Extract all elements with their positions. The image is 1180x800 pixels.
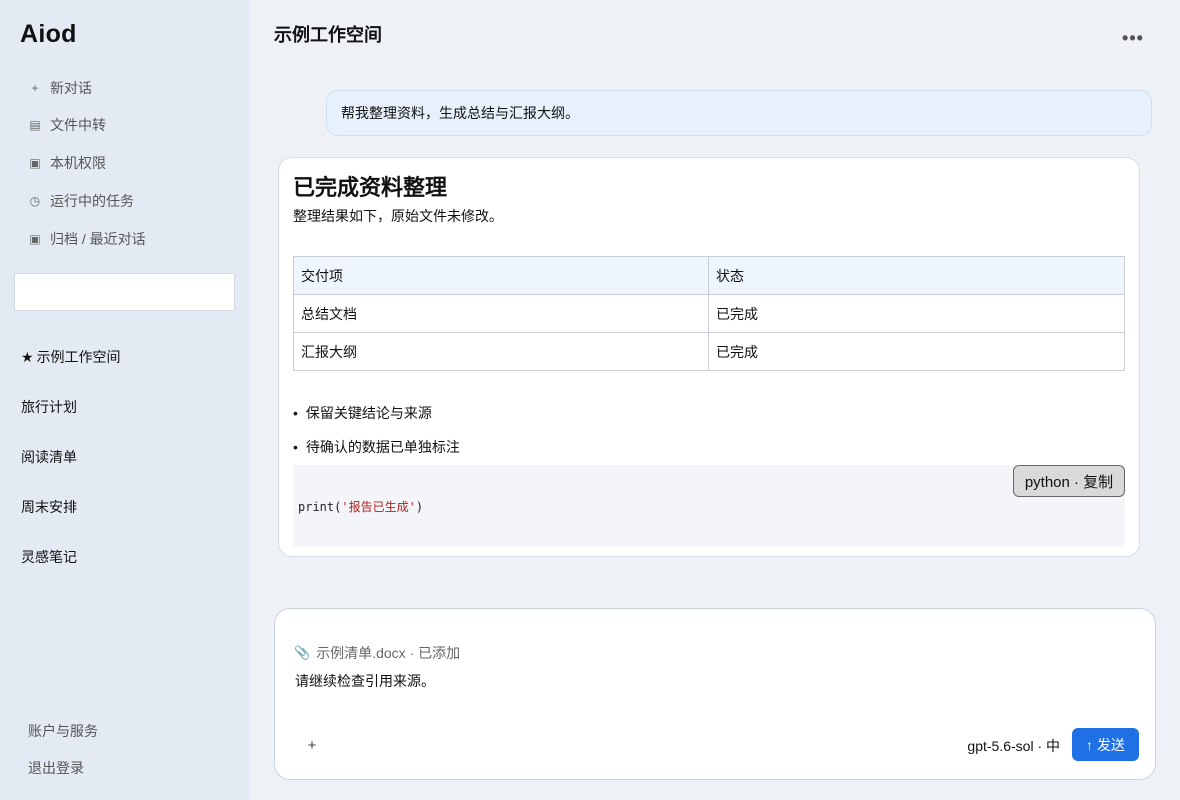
add-attachment-button[interactable]: +	[301, 734, 323, 756]
more-options-button[interactable]: •••	[1117, 26, 1149, 50]
workspace-item-weekend[interactable]: 周末安排	[21, 496, 77, 518]
workspace-label: 灵感笔记	[21, 549, 77, 565]
star-icon: ★	[21, 348, 34, 365]
archive-icon: ▣	[29, 232, 41, 246]
attachment-chip[interactable]: 📎 示例清单.docx · 已添加	[294, 643, 460, 663]
workspace-label: 周末安排	[21, 499, 77, 515]
model-selector[interactable]: gpt-5.6-sol · 中	[967, 736, 1060, 756]
table-header-cell: 交付项	[293, 256, 709, 295]
result-table: 交付项 状态 总结文档 已完成 汇报大纲 已完成	[293, 256, 1125, 371]
plus-icon: +	[307, 736, 317, 754]
sidebar: Aiod + 新对话 ▤ 文件中转 ▣ 本机权限 ◷ 运行中的任务 ▣ 归档 /…	[0, 0, 249, 800]
code-block: print('报告已生成') python · 复制	[293, 465, 1125, 547]
code-string: '报告已生成'	[341, 500, 416, 514]
bullet-list: 保留关键结论与来源 待确认的数据已单独标注	[293, 396, 460, 464]
send-button[interactable]: ↑ 发送	[1072, 728, 1139, 761]
brand-logo: Aiod	[20, 20, 77, 48]
sidebar-item-label: 文件中转	[50, 117, 106, 133]
list-item: 保留关键结论与来源	[293, 396, 460, 430]
ellipsis-icon: •••	[1122, 27, 1144, 48]
code-suffix: )	[415, 500, 424, 514]
table-row: 汇报大纲 已完成	[293, 332, 1125, 371]
main-panel: 示例工作空间 ••• 帮我整理资料，生成总结与汇报大纲。 已完成资料整理 整理结…	[249, 0, 1180, 800]
sidebar-item-archive[interactable]: ▣ 归档 / 最近对话	[28, 227, 146, 251]
file-icon: ▤	[29, 118, 41, 132]
workspace-label: 阅读清单	[21, 449, 77, 465]
copy-code-button[interactable]: python · 复制	[1013, 465, 1125, 497]
table-cell: 汇报大纲	[293, 332, 709, 371]
sidebar-item-label: 运行中的任务	[50, 193, 134, 209]
page-title: 示例工作空间	[274, 25, 382, 45]
workspace-item-reading[interactable]: 阅读清单	[21, 446, 77, 468]
sidebar-item-label: 新对话	[50, 80, 92, 96]
code-fn: print(	[298, 500, 342, 514]
sidebar-item-local-permissions[interactable]: ▣ 本机权限	[28, 151, 106, 175]
logout-link[interactable]: 退出登录	[28, 758, 84, 778]
workspace-label: 旅行计划	[21, 399, 77, 415]
table-header-cell: 状态	[708, 256, 1125, 295]
user-message-text: 帮我整理资料，生成总结与汇报大纲。	[341, 105, 579, 121]
sidebar-item-label: 归档 / 最近对话	[50, 231, 146, 247]
user-message: 帮我整理资料，生成总结与汇报大纲。	[326, 90, 1152, 136]
table-cell: 已完成	[708, 332, 1125, 371]
workspace-label: 示例工作空间	[36, 349, 121, 365]
sidebar-item-running-tasks[interactable]: ◷ 运行中的任务	[28, 189, 134, 213]
table-header-row: 交付项 状态	[293, 256, 1125, 295]
paperclip-icon: 📎	[294, 645, 311, 660]
sidebar-item-file-transfer[interactable]: ▤ 文件中转	[28, 113, 106, 137]
sidebar-search-input[interactable]	[14, 273, 235, 311]
workspace-item-example[interactable]: ★ 示例工作空间	[21, 346, 121, 368]
message-input[interactable]: 请继续检查引用来源。	[295, 671, 1135, 693]
table-row: 总结文档 已完成	[293, 294, 1125, 333]
account-services-link[interactable]: 账户与服务	[28, 721, 98, 741]
list-item: 待确认的数据已单独标注	[293, 430, 460, 464]
composer: 📎 示例清单.docx · 已添加 请继续检查引用来源。 + gpt-5.6-s…	[274, 608, 1156, 780]
workspace-item-travel[interactable]: 旅行计划	[21, 396, 77, 418]
clock-icon: ◷	[29, 194, 41, 208]
sidebar-item-label: 本机权限	[50, 155, 106, 171]
table-cell: 总结文档	[293, 294, 709, 333]
reply-title: 已完成资料整理	[293, 175, 448, 200]
assistant-reply: 已完成资料整理 整理结果如下，原始文件未修改。 交付项 状态 总结文档 已完成 …	[278, 157, 1140, 557]
code-line: print('报告已生成')	[298, 498, 423, 515]
plus-icon: +	[31, 81, 39, 95]
table-cell: 已完成	[708, 294, 1125, 333]
reply-subtitle: 整理结果如下，原始文件未修改。	[293, 208, 503, 224]
workspace-item-notes[interactable]: 灵感笔记	[21, 546, 77, 568]
permission-icon: ▣	[29, 156, 41, 170]
sidebar-item-new-chat[interactable]: + 新对话	[28, 76, 92, 100]
attachment-label: 示例清单.docx · 已添加	[316, 645, 461, 661]
